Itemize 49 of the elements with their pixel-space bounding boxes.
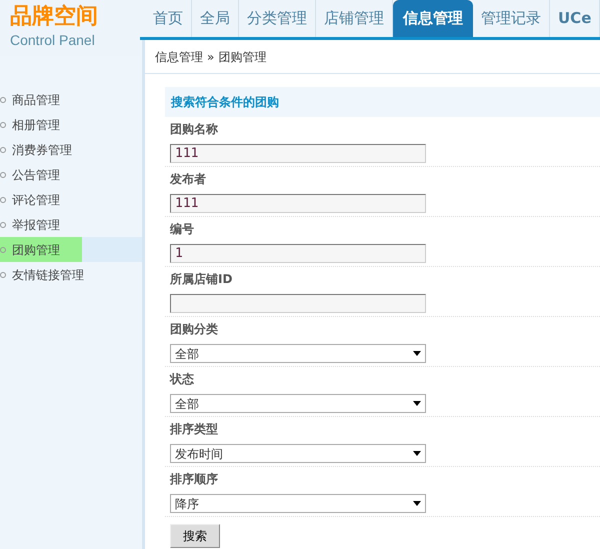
bullet-icon: [0, 122, 6, 128]
breadcrumb-separator: »: [207, 48, 214, 66]
select-field[interactable]: 降序: [170, 494, 426, 513]
bullet-icon: [0, 172, 6, 178]
dropdown-arrow-icon: [413, 451, 421, 456]
field-label: 团购分类: [170, 321, 219, 338]
select-field[interactable]: 全部: [170, 344, 426, 363]
sidebar-item[interactable]: 团购管理: [0, 237, 82, 262]
logo-subtitle: Control Panel: [10, 31, 96, 50]
bullet-icon: [0, 146, 6, 152]
sidebar-item[interactable]: 友情链接管理: [0, 262, 88, 287]
sidebar-item[interactable]: 举报管理: [0, 212, 64, 237]
select-field[interactable]: 全部: [170, 394, 426, 413]
text-field[interactable]: 111: [170, 194, 426, 213]
bullet-icon: [0, 96, 6, 102]
bullet-icon: [0, 196, 6, 202]
sidebar-item[interactable]: 相册管理: [0, 112, 64, 137]
breadcrumb-item[interactable]: 信息管理: [155, 48, 203, 66]
select-field[interactable]: 发布时间: [170, 444, 426, 463]
field-label: 排序顺序: [170, 471, 219, 488]
text-field[interactable]: [170, 294, 426, 313]
nav-tab[interactable]: 全局: [192, 0, 239, 37]
bullet-icon: [0, 222, 6, 228]
dropdown-arrow-icon: [413, 501, 421, 506]
bullet-icon: [0, 272, 6, 278]
sidebar-item[interactable]: 公告管理: [0, 162, 64, 187]
nav-tab[interactable]: 信息管理: [393, 0, 473, 37]
dropdown-arrow-icon: [413, 401, 421, 406]
sidebar-item[interactable]: 评论管理: [0, 187, 64, 212]
field-label: 所属店铺ID: [170, 271, 234, 288]
bullet-icon: [0, 246, 6, 252]
field-label: 编号: [170, 221, 195, 238]
field-label: 状态: [170, 371, 195, 388]
sidebar-item[interactable]: 消费券管理: [0, 137, 76, 162]
nav-tab[interactable]: 首页: [145, 0, 192, 37]
nav-tab[interactable]: UCe: [550, 0, 600, 37]
text-field[interactable]: 1: [170, 244, 426, 263]
form-header: 搜索符合条件的团购: [165, 87, 600, 117]
nav-tab[interactable]: 分类管理: [239, 0, 316, 37]
field-label: 团购名称: [170, 121, 219, 138]
dropdown-arrow-icon: [413, 351, 421, 356]
logo-title: 品牌空间: [10, 4, 99, 30]
field-label: 排序类型: [170, 421, 219, 438]
text-field[interactable]: 111: [170, 144, 426, 163]
search-button[interactable]: 搜索: [170, 524, 220, 548]
sidebar-item[interactable]: 商品管理: [0, 87, 64, 112]
field-label: 发布者: [170, 171, 207, 188]
breadcrumb-item[interactable]: 团购管理: [218, 48, 266, 66]
nav-tab[interactable]: 管理记录: [473, 0, 550, 37]
